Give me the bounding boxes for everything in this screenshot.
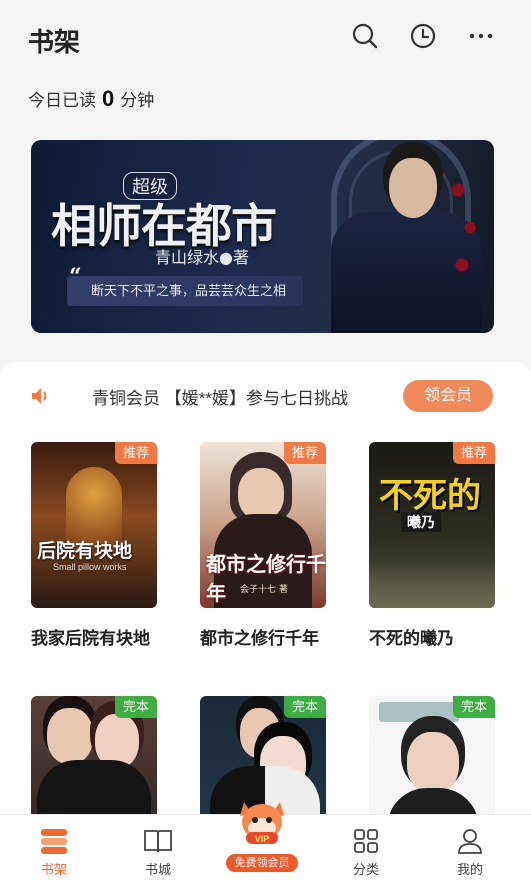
search-icon[interactable] bbox=[349, 20, 381, 52]
book-cover[interactable]: 完本 bbox=[369, 696, 495, 822]
finished-tag: 完本 bbox=[114, 696, 157, 718]
get-membership-button[interactable]: 领会员 bbox=[403, 380, 493, 412]
cover-figure-face bbox=[407, 732, 459, 794]
reading-time: 今日已读 0 分钟 bbox=[28, 86, 154, 112]
banner-author-name: 青山绿水 bbox=[155, 248, 220, 267]
book-title[interactable]: 我家后院有块地 bbox=[31, 624, 157, 649]
recommend-tag: 推荐 bbox=[283, 442, 326, 464]
history-clock-icon[interactable] bbox=[407, 20, 439, 52]
bookshelf-icon bbox=[39, 827, 69, 855]
open-book-icon bbox=[143, 827, 173, 855]
cover-subtitle-text: 曦乃 bbox=[401, 512, 441, 532]
cover-ground bbox=[369, 562, 495, 608]
tab-label: 分类 bbox=[352, 862, 379, 877]
recommend-tag: 推荐 bbox=[452, 442, 495, 464]
finished-tag: 完本 bbox=[283, 696, 326, 718]
finished-tag: 完本 bbox=[452, 696, 495, 718]
book-item[interactable]: 完本 bbox=[31, 696, 157, 822]
reading-time-minutes: 0 bbox=[102, 86, 115, 111]
reading-time-prefix: 今日已读 bbox=[28, 91, 96, 110]
notice-message: 青铜会员 【媛**媛】参与七日挑战 bbox=[92, 389, 348, 408]
cover-title-text: 不死的 bbox=[379, 476, 481, 516]
banner-quote-mark: “ bbox=[69, 264, 82, 290]
tab-profile[interactable]: 我的 bbox=[430, 815, 510, 880]
tab-bookstore[interactable]: 书城 bbox=[118, 815, 198, 880]
tab-label: 书架 bbox=[40, 862, 67, 877]
cover-figure-body bbox=[37, 760, 151, 822]
reading-time-unit: 分钟 bbox=[120, 91, 155, 110]
notice-bar: 青铜会员 【媛**媛】参与七日挑战 领会员 bbox=[0, 378, 531, 414]
vip-mascot-icon: VIP bbox=[234, 796, 290, 846]
cover-figure-face bbox=[47, 708, 93, 764]
book-item[interactable]: 后院有块地 Small pillow works 推荐 我家后院有块地 bbox=[31, 442, 157, 649]
tab-free-membership[interactable]: VIP 免费领会员 bbox=[226, 796, 298, 880]
grid-icon bbox=[352, 827, 380, 855]
banner-author: 青山绿水●著 bbox=[155, 248, 249, 267]
tab-bookshelf[interactable]: 书架 bbox=[14, 815, 94, 880]
speaker-icon bbox=[30, 386, 52, 411]
top-bar: 书架 bbox=[0, 0, 531, 80]
book-title[interactable]: 都市之修行千年 bbox=[200, 624, 326, 649]
tab-label: 书城 bbox=[144, 862, 171, 877]
cover-title-banner bbox=[379, 702, 459, 722]
book-item[interactable]: 都市之修行千年 会子十七 著 推荐 都市之修行千年 bbox=[200, 442, 326, 649]
banner-rose-decoration bbox=[446, 160, 486, 310]
book-title[interactable]: 不死的曦乃 bbox=[369, 624, 495, 649]
promo-banner[interactable]: 超级 相师在都市 青山绿水●著 断天下不平之事，品芸芸众生之相 “ bbox=[31, 140, 494, 333]
vip-badge-text: VIP bbox=[255, 834, 270, 844]
book-item[interactable]: 完本 bbox=[369, 696, 495, 822]
book-cover[interactable]: 不死的 曦乃 推荐 bbox=[369, 442, 495, 608]
banner-character-head bbox=[389, 158, 437, 218]
tab-label: 免费领会员 bbox=[226, 854, 298, 872]
cover-figure-face bbox=[238, 468, 284, 520]
tab-label: 我的 bbox=[456, 862, 483, 877]
banner-author-suffix: 著 bbox=[232, 248, 249, 267]
cover-title-text: 都市之修行千年 bbox=[206, 552, 326, 605]
banner-slogan: 断天下不平之事，品芸芸众生之相 bbox=[67, 276, 303, 306]
book-cover[interactable]: 后院有块地 Small pillow works 推荐 bbox=[31, 442, 157, 608]
user-icon bbox=[456, 827, 484, 855]
cover-title-text: 后院有块地 bbox=[37, 540, 133, 562]
tab-category[interactable]: 分类 bbox=[326, 815, 406, 880]
bookshelf-panel: 青铜会员 【媛**媛】参与七日挑战 领会员 后院有块地 Small pillow… bbox=[0, 362, 531, 822]
page-title: 书架 bbox=[28, 27, 81, 57]
cover-subtitle-text: Small pillow works bbox=[53, 562, 127, 572]
book-item[interactable]: 不死的 曦乃 推荐 不死的曦乃 bbox=[369, 442, 495, 649]
recommend-tag: 推荐 bbox=[114, 442, 157, 464]
more-dots-icon[interactable] bbox=[465, 20, 497, 52]
book-cover[interactable]: 完本 bbox=[31, 696, 157, 822]
book-cover[interactable]: 都市之修行千年 会子十七 著 推荐 bbox=[200, 442, 326, 608]
cover-subtitle-text: 会子十七 著 bbox=[240, 585, 288, 595]
